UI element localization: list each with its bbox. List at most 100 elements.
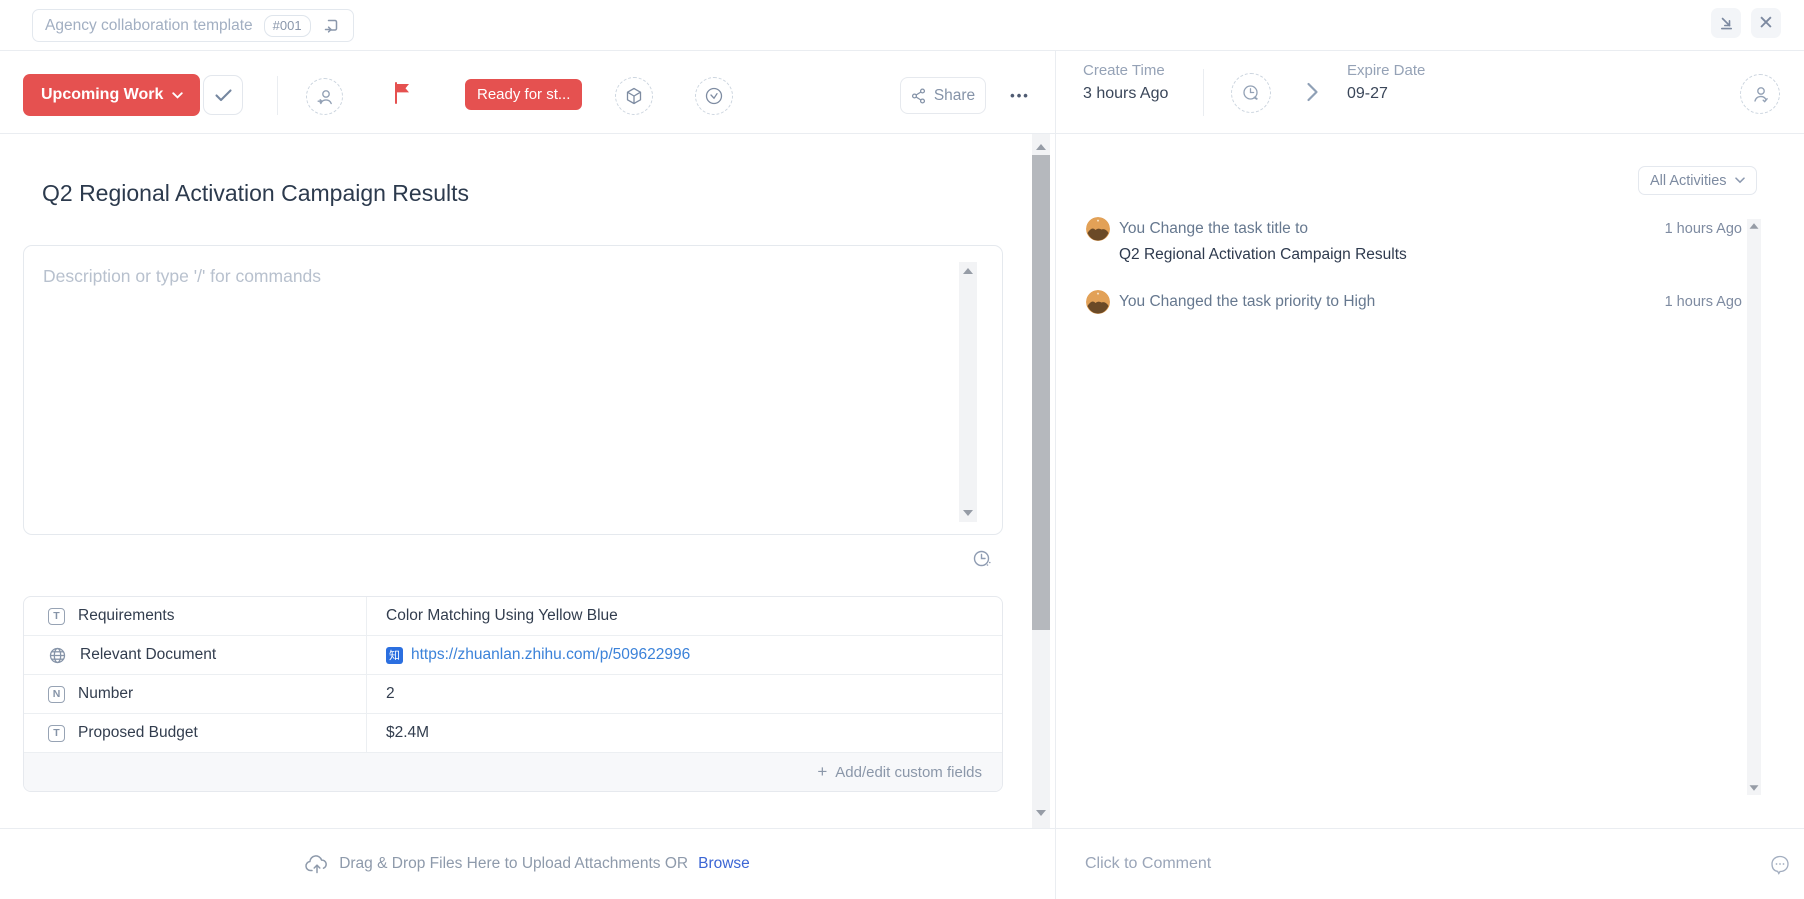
- comment-bubble-icon[interactable]: [1768, 853, 1792, 882]
- add-assignee-button[interactable]: [306, 78, 343, 115]
- task-detail-window: Agency collaboration template #001 ✕ Upc…: [0, 0, 1804, 899]
- scrollbar-thumb[interactable]: [1032, 155, 1050, 630]
- document-title: Agency collaboration template: [45, 17, 253, 35]
- field-value: Color Matching Using Yellow Blue: [386, 607, 618, 625]
- person-check-icon: [1750, 84, 1771, 105]
- description-placeholder: Description or type '/' for commands: [43, 266, 321, 287]
- scroll-down-icon[interactable]: [1750, 785, 1759, 790]
- scroll-up-icon[interactable]: [1036, 144, 1046, 150]
- status-dropdown-button[interactable]: Upcoming Work: [23, 74, 200, 116]
- document-title-box[interactable]: Agency collaboration template #001: [32, 9, 354, 42]
- browse-link[interactable]: Browse: [698, 855, 750, 873]
- activity-text: You Changed the task priority to High: [1119, 293, 1375, 311]
- dock-window-button[interactable]: [1711, 8, 1741, 38]
- expire-date-value: 09-27: [1347, 85, 1425, 103]
- meta-divider: [1203, 69, 1204, 116]
- activity-timestamp: 1 hours Ago: [1665, 221, 1742, 237]
- toolbar-divider: [277, 76, 278, 115]
- field-label-cell: T Proposed Budget: [24, 714, 367, 752]
- activity-timestamp: 1 hours Ago: [1665, 294, 1742, 310]
- clock-history-icon: [971, 548, 993, 570]
- field-label: Number: [78, 685, 133, 703]
- description-editor[interactable]: Description or type '/' for commands: [23, 245, 1003, 535]
- main-scrollbar[interactable]: [1032, 134, 1050, 828]
- status-badge[interactable]: Ready for st...: [465, 79, 582, 110]
- field-label: Relevant Document: [80, 646, 216, 664]
- table-row[interactable]: N Number 2: [24, 675, 1002, 714]
- duplicate-icon[interactable]: [322, 16, 341, 35]
- avatar: [1086, 290, 1110, 314]
- activity-filter-dropdown[interactable]: All Activities: [1638, 166, 1757, 195]
- add-tag-button[interactable]: [615, 77, 653, 115]
- field-label-cell: Relevant Document: [24, 636, 367, 674]
- create-time-value: 3 hours Ago: [1083, 85, 1168, 103]
- table-row[interactable]: T Proposed Budget $2.4M: [24, 714, 1002, 753]
- field-value-cell[interactable]: $2.4M: [367, 714, 1002, 752]
- field-value: 2: [386, 685, 395, 703]
- table-row[interactable]: Relevant Document 知 https://zhuanlan.zhi…: [24, 636, 1002, 675]
- description-history-button[interactable]: [971, 548, 993, 575]
- scroll-up-icon[interactable]: [1750, 223, 1759, 228]
- priority-flag-icon[interactable]: [394, 82, 412, 109]
- task-title[interactable]: Q2 Regional Activation Campaign Results: [42, 180, 469, 207]
- close-icon: ✕: [1758, 14, 1774, 33]
- task-id-badge: #001: [264, 15, 311, 37]
- activity-scrollbar[interactable]: [1747, 219, 1761, 795]
- zhihu-favicon: 知: [386, 647, 403, 664]
- field-label: Proposed Budget: [78, 724, 198, 742]
- person-add-icon: [315, 87, 335, 107]
- time-estimate-button[interactable]: [1231, 73, 1271, 113]
- field-value: $2.4M: [386, 724, 429, 742]
- close-button[interactable]: ✕: [1751, 8, 1781, 38]
- add-custom-field-button[interactable]: + Add/edit custom fields: [24, 753, 1002, 791]
- cloud-upload-icon: [305, 854, 329, 874]
- status-label: Upcoming Work: [41, 86, 163, 104]
- globe-icon: [48, 646, 67, 665]
- document-link[interactable]: https://zhuanlan.zhihu.com/p/509622996: [411, 646, 690, 664]
- chevron-down-icon: [1735, 177, 1745, 184]
- more-actions-button[interactable]: •••: [999, 77, 1041, 114]
- table-row[interactable]: T Requirements Color Matching Using Yell…: [24, 597, 1002, 636]
- number-field-icon: N: [48, 686, 65, 703]
- field-value-cell[interactable]: 知 https://zhuanlan.zhihu.com/p/509622996: [367, 636, 1002, 674]
- description-scrollbar[interactable]: [959, 262, 977, 522]
- scroll-down-icon[interactable]: [1036, 810, 1046, 816]
- check-circle-icon: [703, 85, 725, 107]
- field-label: Requirements: [78, 607, 175, 625]
- expire-date-label: Expire Date: [1347, 62, 1425, 79]
- chevron-right-icon[interactable]: [1306, 81, 1319, 108]
- clock-icon: [1240, 82, 1262, 104]
- mark-complete-button[interactable]: [203, 75, 243, 115]
- comment-bar: Click to Comment: [1056, 828, 1804, 899]
- check-icon: [214, 88, 233, 103]
- attachment-hint: Drag & Drop Files Here to Upload Attachm…: [339, 855, 688, 873]
- field-value-cell[interactable]: 2: [367, 675, 1002, 713]
- create-time-block: Create Time 3 hours Ago: [1083, 62, 1168, 103]
- cube-icon: [624, 86, 644, 106]
- field-label-cell: N Number: [24, 675, 367, 713]
- panel-divider: [1055, 51, 1056, 899]
- activity-filter-label: All Activities: [1650, 173, 1727, 189]
- share-button[interactable]: Share: [900, 77, 986, 114]
- scroll-up-icon[interactable]: [963, 268, 973, 274]
- text-field-icon: T: [48, 725, 65, 742]
- comment-input[interactable]: Click to Comment: [1085, 855, 1211, 873]
- activity-text: You Change the task title to: [1119, 220, 1308, 238]
- top-bar: Agency collaboration template #001 ✕: [0, 0, 1804, 51]
- text-field-icon: T: [48, 608, 65, 625]
- add-checklist-button[interactable]: [695, 77, 733, 115]
- share-label: Share: [934, 87, 975, 105]
- custom-fields-table: T Requirements Color Matching Using Yell…: [23, 596, 1003, 792]
- attachment-dropzone[interactable]: Drag & Drop Files Here to Upload Attachm…: [0, 828, 1055, 899]
- chevron-down-icon: [172, 92, 183, 99]
- share-icon: [911, 88, 926, 104]
- export-icon: [1718, 15, 1735, 32]
- add-custom-field-label: Add/edit custom fields: [835, 764, 982, 781]
- expire-date-block[interactable]: Expire Date 09-27: [1347, 62, 1425, 103]
- plus-icon: +: [817, 762, 827, 782]
- create-time-label: Create Time: [1083, 62, 1168, 79]
- field-value-cell[interactable]: Color Matching Using Yellow Blue: [367, 597, 1002, 635]
- scroll-down-icon[interactable]: [963, 510, 973, 516]
- add-reviewer-button[interactable]: [1740, 74, 1780, 114]
- meta-header: Create Time 3 hours Ago Expire Date 09-2…: [1056, 51, 1804, 134]
